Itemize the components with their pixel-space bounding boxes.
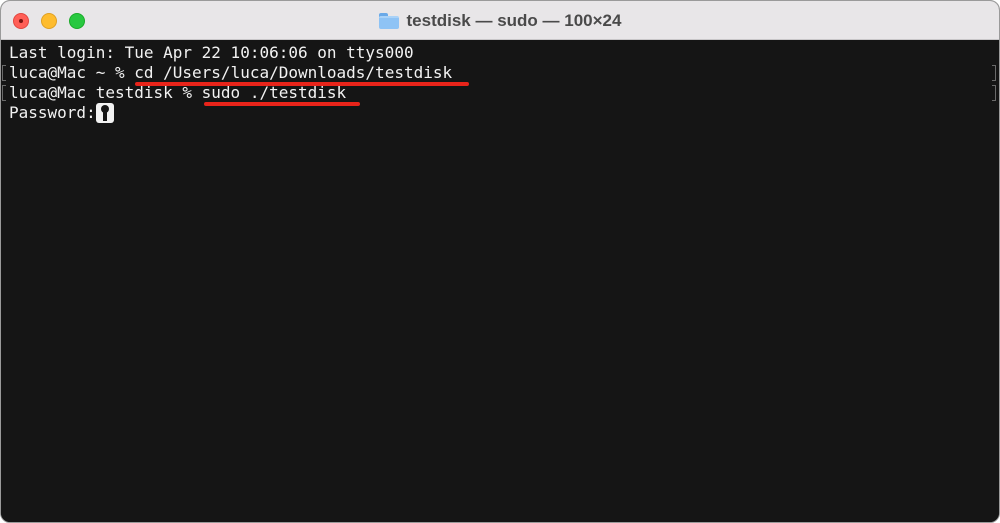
command-cd: cd /Users/luca/Downloads/testdisk [134,63,453,82]
line-mark-right [992,65,996,81]
login-text: Last login: Tue Apr 22 10:06:06 on ttys0… [9,43,414,62]
title-bar[interactable]: testdisk — sudo — 100×24 [1,1,999,40]
terminal-output[interactable]: Last login: Tue Apr 22 10:06:06 on ttys0… [1,40,999,522]
terminal-window: testdisk — sudo — 100×24 Last login: Tue… [0,0,1000,523]
prompt: luca@Mac ~ % [9,63,135,82]
password-prompt: Password: [9,103,96,122]
password-line: Password: [9,103,114,123]
highlight-underline-sudo [204,102,360,106]
command-line: luca@Mac testdisk % sudo ./testdisk [9,83,346,103]
line-mark-right [992,85,996,101]
window-title: testdisk — sudo — 100×24 [406,10,622,30]
folder-icon [378,12,399,29]
window-title-group: testdisk — sudo — 100×24 [1,1,999,40]
highlight-underline-cd [135,82,469,86]
line-mark-left [2,85,6,101]
line-mark-left [2,65,6,81]
command-line: luca@Mac ~ % cd /Users/luca/Downloads/te… [9,63,452,83]
login-line: Last login: Tue Apr 22 10:06:06 on ttys0… [9,43,414,63]
key-icon[interactable] [95,103,114,123]
